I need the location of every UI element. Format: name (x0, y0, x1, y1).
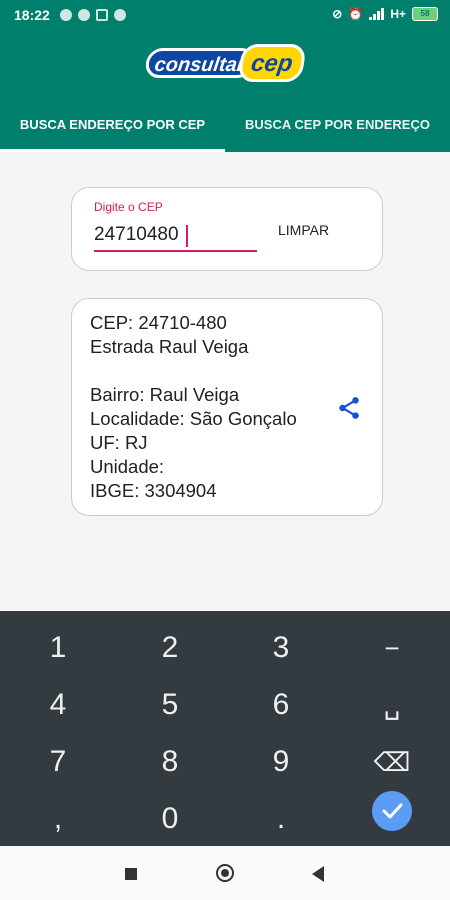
notification-icon (78, 9, 90, 21)
done-button[interactable] (372, 791, 412, 831)
recents-icon[interactable] (125, 868, 137, 880)
tab-label: BUSCA ENDEREÇO POR CEP (19, 117, 206, 132)
result-line-cep: CEP: 24710-480 (90, 312, 227, 333)
notification-icon (60, 9, 72, 21)
result-line-bairro: Bairro: Raul Veiga (90, 384, 240, 405)
result-card: CEP: 24710-480 Estrada Raul Veiga Bairro… (71, 298, 383, 516)
key-8[interactable]: 8 (120, 735, 220, 789)
notification-icons (60, 9, 126, 21)
tab-label: BUSCA CEP POR ENDEREÇO (245, 117, 430, 132)
app-logo: consultar cep (143, 42, 307, 84)
result-text: CEP: 24710-480 Estrada Raul Veiga Bairro… (90, 311, 297, 503)
key-1[interactable]: 1 (8, 621, 108, 675)
key-9[interactable]: 9 (231, 735, 331, 789)
key-backspace[interactable]: ⌫ (342, 735, 442, 789)
tab-indicator (0, 149, 225, 152)
key-7[interactable]: 7 (8, 735, 108, 789)
key-0[interactable]: 0 (120, 792, 220, 846)
alarm-off-icon: ⊘ (332, 7, 343, 21)
system-icons: ⊘ ⏰ H+ 58 (332, 7, 438, 21)
navigation-bar (0, 846, 450, 900)
back-icon[interactable] (312, 866, 324, 882)
battery-icon: 58 (412, 7, 438, 21)
clear-button[interactable]: LIMPAR (278, 222, 329, 238)
checkmark-icon (382, 803, 403, 819)
share-icon[interactable] (336, 395, 362, 421)
status-bar: 18:22 ⊘ ⏰ H+ 58 (0, 0, 450, 32)
key-3[interactable]: 3 (231, 621, 331, 675)
key-6[interactable]: 6 (231, 678, 331, 732)
result-line-blank (90, 359, 297, 383)
cep-search-card: Digite o CEP LIMPAR (71, 187, 383, 271)
app-header: consultar cep BUSCA ENDEREÇO POR CEP BUS… (0, 32, 450, 152)
result-line-localidade: Localidade: São Gonçalo (90, 408, 297, 429)
tab-bar: BUSCA ENDEREÇO POR CEP BUSCA CEP POR END… (0, 114, 450, 152)
numeric-keyboard: 1 2 3 − 4 5 6 ␣ 7 8 9 ⌫ , 0 . (0, 611, 450, 846)
battery-level: 58 (420, 9, 430, 18)
logo-cep: cep (237, 44, 307, 82)
key-space[interactable]: ␣ (342, 678, 442, 732)
key-minus[interactable]: − (342, 621, 442, 675)
network-type: H+ (390, 7, 406, 21)
cep-input[interactable] (94, 220, 257, 252)
result-line-unidade: Unidade: (90, 456, 165, 477)
key-4[interactable]: 4 (8, 678, 108, 732)
key-2[interactable]: 2 (120, 621, 220, 675)
cep-input-label: Digite o CEP (94, 200, 163, 214)
tab-busca-endereco-por-cep[interactable]: BUSCA ENDEREÇO POR CEP (0, 114, 225, 152)
status-time: 18:22 (14, 7, 50, 23)
key-comma[interactable]: , (8, 792, 108, 846)
tab-busca-cep-por-endereco[interactable]: BUSCA CEP POR ENDEREÇO (225, 114, 450, 152)
key-period[interactable]: . (231, 792, 331, 846)
text-cursor (186, 225, 188, 247)
notification-icon (114, 9, 126, 21)
signal-icon (369, 8, 385, 20)
result-line-logradouro: Estrada Raul Veiga (90, 336, 249, 357)
home-icon[interactable] (216, 864, 234, 882)
result-line-ibge: IBGE: 3304904 (90, 480, 217, 501)
key-5[interactable]: 5 (120, 678, 220, 732)
notification-icon (96, 9, 108, 21)
result-line-uf: UF: RJ (90, 432, 148, 453)
alarm-icon: ⏰ (348, 7, 364, 21)
